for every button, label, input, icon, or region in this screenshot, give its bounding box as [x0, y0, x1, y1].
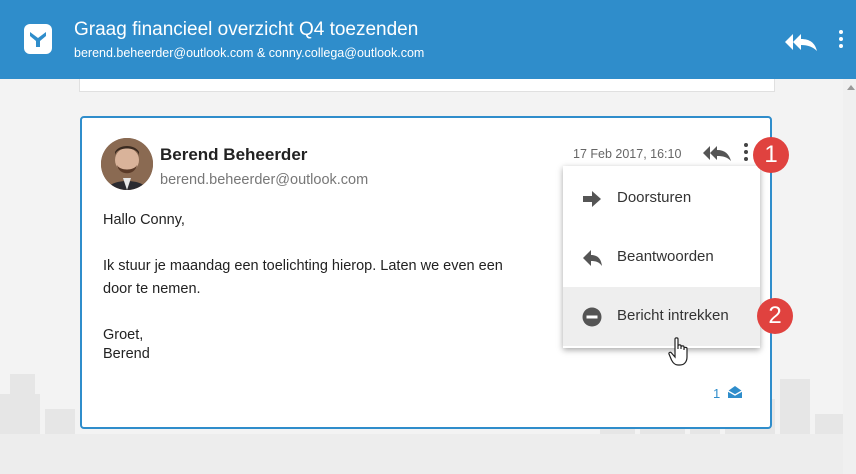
sender-avatar	[101, 138, 153, 190]
scroll-up-arrow-icon[interactable]	[847, 85, 855, 90]
reply-all-icon[interactable]	[702, 145, 732, 166]
step-badge-1: 1	[753, 137, 789, 173]
reply-arrow-icon	[583, 250, 602, 266]
message-date: 17 Feb 2017, 16:10	[573, 147, 682, 161]
menu-item-label: Bericht intrekken	[617, 307, 729, 324]
message-more-icon[interactable]	[743, 143, 749, 163]
step-badge-2: 2	[757, 298, 793, 334]
reply-all-icon[interactable]	[784, 33, 818, 56]
hand-cursor-icon	[668, 337, 688, 366]
menu-item-recall[interactable]: Bericht intrekken	[563, 287, 760, 346]
previous-message-card[interactable]	[79, 79, 775, 92]
body-line: Ik stuur je maandag een toelichting hier…	[103, 258, 503, 274]
minus-circle-icon	[582, 307, 602, 327]
sender-email: berend.beheerder@outlook.com	[160, 172, 369, 188]
body-line: Berend	[103, 346, 150, 362]
body-line: Hallo Conny,	[103, 212, 185, 228]
more-vertical-icon[interactable]	[838, 30, 844, 52]
app-logo-icon	[24, 24, 52, 54]
forward-arrow-icon	[583, 191, 601, 207]
menu-item-label: Beantwoorden	[617, 248, 714, 265]
body-line: door te nemen.	[103, 281, 201, 297]
message-actions-menu: Doorsturen Beantwoorden Bericht intrekke…	[563, 166, 760, 348]
open-envelope-icon	[727, 385, 743, 404]
menu-item-forward[interactable]: Doorsturen	[563, 169, 760, 228]
read-count: 1	[713, 386, 721, 401]
sender-name: Berend Beheerder	[160, 145, 308, 164]
scrollbar[interactable]	[843, 79, 856, 474]
body-line: Groet,	[103, 327, 144, 343]
menu-item-reply[interactable]: Beantwoorden	[563, 228, 760, 287]
conversation-participants: berend.beheerder@outlook.com & conny.col…	[74, 46, 425, 60]
menu-item-label: Doorsturen	[617, 189, 692, 206]
conversation-subject: Graag financieel overzicht Q4 toezenden	[74, 19, 419, 40]
conversation-header: Graag financieel overzicht Q4 toezenden …	[0, 0, 856, 79]
